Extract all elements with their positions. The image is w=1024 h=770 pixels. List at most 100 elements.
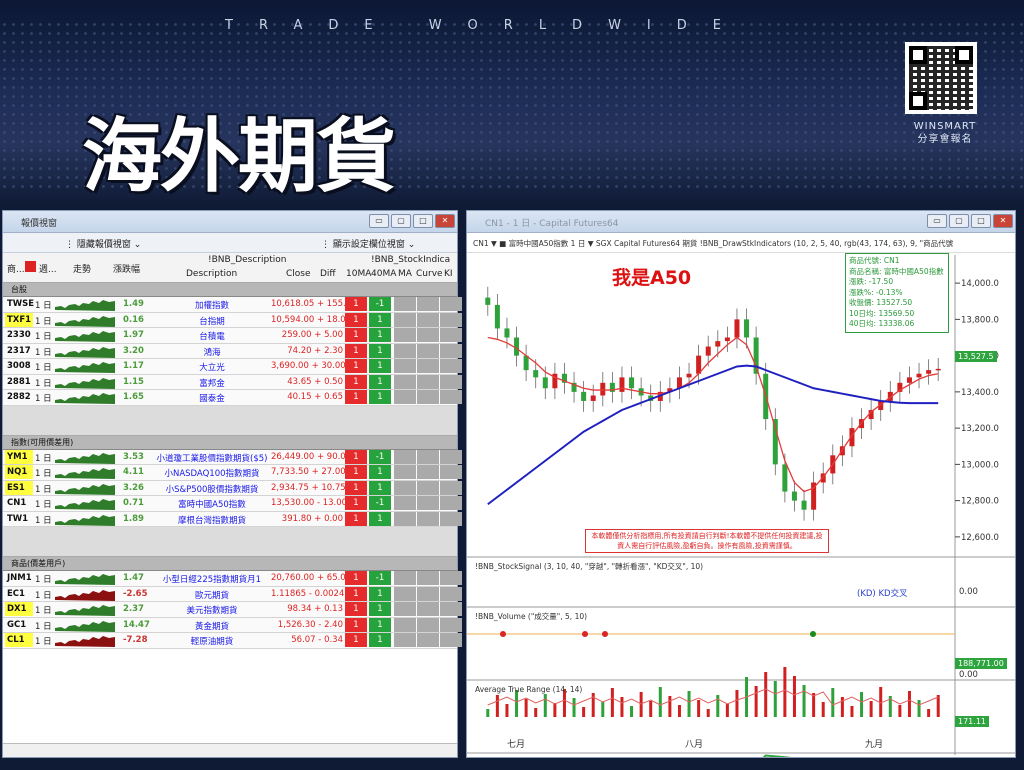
change-pct-cell: 3.20 (123, 345, 144, 356)
close-value: 40.15 (287, 392, 312, 402)
chart-window-title: CN1 - 1 日 - Capital Futures64 (485, 219, 619, 229)
close-cell: 43.65 + 0.50 (271, 377, 343, 387)
change-pct-cell: 1.49 (123, 299, 144, 309)
section-header[interactable]: 商品(價差用戶) (3, 557, 457, 571)
col-10ma[interactable]: 10MA (346, 269, 371, 279)
minimize-button[interactable]: ▭ (369, 214, 389, 228)
symbol-cell: 3008 (7, 361, 31, 371)
volume-tag: 188,771.00 (955, 658, 1007, 669)
ma-cell (394, 359, 416, 373)
chart-window-titlebar[interactable]: CN1 - 1 日 - Capital Futures64 ▭ ▢ □ ✕ (467, 211, 1015, 233)
period-cell: 1 日 (35, 469, 52, 479)
40ma-cell: 1 (369, 328, 391, 342)
k-cell (440, 633, 462, 647)
table-row[interactable]: TWSE 1 日 1.49 加權指數 10,618.05 + 155.6 1 -1 (3, 297, 462, 313)
table-row[interactable]: CN1 1 日 0.71 富時中國A50指數 13,530.00 - 13.00 1 -1 (3, 496, 462, 512)
volume-bar (658, 687, 662, 717)
brand-subtitle: 分享會報名 (917, 134, 973, 145)
table-row[interactable]: YM1 1 日 3.53 小道瓊工業股價指數期貨($5) 26,449.00 + 90.… (3, 449, 462, 465)
restore-button[interactable]: ▢ (949, 214, 969, 228)
minimize-button[interactable]: ▭ (927, 214, 947, 228)
close-value: 98.34 (287, 604, 312, 614)
period-cell: 1 日 (35, 363, 52, 373)
table-row[interactable]: EC1 1 日 -2.65 歐元期貨 1.11865 - 0.0024 1 1 (3, 586, 462, 602)
horizontal-scrollbar[interactable] (3, 743, 457, 757)
10ma-cell: 1 (345, 617, 367, 632)
candle-body (801, 500, 807, 510)
description-cell: 小型日經225指數期貨月1 (162, 575, 262, 585)
chart-toolbar[interactable]: CN1 ▼ ■ 富時中國A50指數 1 日 ▼ SGX Capital Futu… (467, 233, 1015, 253)
sparkline-icon (55, 346, 115, 358)
section-header[interactable]: 指數(可用價差用) (3, 435, 457, 450)
signal-dot (810, 631, 816, 637)
section-header[interactable]: 台股 (3, 283, 457, 297)
sparkline-icon (55, 589, 115, 601)
col-change-pct[interactable]: 漲跌幅 (113, 262, 140, 275)
40ma-cell: 1 (369, 586, 391, 601)
10ma-cell: 1 (345, 571, 367, 585)
description-cell: 加權指數 (194, 301, 229, 311)
table-row[interactable]: 2330 1 日 1.97 台積電 259.00 + 5.00 1 1 (3, 328, 462, 344)
table-row[interactable]: NQ1 1 日 4.11 小NASDAQ100指數期貨 7,733.50 + 27.00… (3, 465, 462, 481)
table-row[interactable]: GC1 1 日 14.47 黃金期貨 1,526.30 - 2.40 1 1 (3, 617, 462, 633)
page-title: 海外期貨 (82, 110, 396, 203)
col-trend[interactable]: 走勢 (73, 262, 91, 275)
ma-cell (394, 449, 416, 464)
month-label: 七月 (507, 740, 526, 750)
symbol-cell: TWSE (7, 299, 35, 309)
diff-value: - 0.0024 (308, 588, 345, 599)
symbol-cell: 2881 (7, 376, 31, 387)
table-row[interactable]: 2882 1 日 1.65 國泰金 40.15 + 0.65 1 1 (3, 390, 462, 406)
volume-bar (601, 702, 605, 717)
table-row[interactable]: 2317 1 日 3.20 鴻海 74.20 + 2.30 1 1 (3, 343, 462, 359)
maximize-button[interactable]: □ (413, 214, 433, 228)
col-curve[interactable]: Curve (416, 269, 443, 279)
candle-body (523, 355, 529, 371)
volume-bar (706, 709, 710, 717)
table-row[interactable]: 2881 1 日 1.15 富邦金 43.65 + 0.50 1 1 (3, 374, 462, 390)
candle-body (485, 297, 491, 305)
change-pct-cell: 0.71 (123, 498, 144, 508)
10ma-cell: 1 (345, 328, 367, 342)
close-cell: 7,733.50 + 27.00 (271, 467, 346, 477)
table-row[interactable]: CL1 1 日 -7.28 輕原油期貨 56.07 - 0.34 1 1 (3, 633, 462, 649)
volume-bar (812, 693, 816, 717)
col-symbol[interactable]: 商... (7, 262, 25, 275)
diff-value: + 0.00 (314, 513, 343, 524)
close-value: 43.65 (287, 376, 312, 387)
change-pct-cell: 4.11 (123, 467, 144, 477)
close-value: 2,934.75 (271, 482, 309, 493)
col-ma[interactable]: MA (398, 269, 412, 279)
ma-cell (394, 633, 416, 647)
show-columns-toggle[interactable]: ⋮ 顯示設定欄位視窗 ⌄ (321, 237, 415, 250)
symbol-cell: CL1 (5, 633, 33, 647)
table-row[interactable]: DX1 1 日 2.37 美元指數期貨 98.34 + 0.13 1 1 (3, 602, 462, 618)
col-40ma[interactable]: 40MA (371, 269, 396, 279)
volume-bar (610, 688, 614, 717)
table-row[interactable]: TW1 1 日 1.89 摩根台灣指數期貨 391.80 + 0.00 1 1 (3, 511, 462, 527)
close-button[interactable]: ✕ (435, 214, 455, 228)
qr-code-icon[interactable] (905, 42, 977, 114)
col-close[interactable]: Close (286, 269, 311, 279)
quote-window-titlebar[interactable]: 報價視窗 ▭ ▢ □ ✕ (3, 211, 457, 233)
hide-quote-toggle[interactable]: ⋮ 隱藏報價視窗 ⌄ (65, 237, 141, 250)
description-cell: 富時中國A50指數 (178, 500, 246, 510)
close-value: 20,760.00 (271, 573, 315, 583)
curve-cell (417, 586, 439, 601)
ma-cell (394, 571, 416, 585)
table-row[interactable]: 3008 1 日 1.17 大立光 3,690.00 + 30.00 1 1 (3, 359, 462, 375)
volume-bar (907, 691, 911, 717)
col-k[interactable]: KI (444, 269, 453, 279)
col-diff[interactable]: Diff (320, 269, 336, 279)
table-row[interactable]: JNM1 1 日 1.47 小型日經225指數期貨月1 20,760.00 + 65.0… (3, 571, 462, 587)
table-row[interactable]: ES1 1 日 3.26 小S&P500股價指數期貨 2,934.75 + 10.75 1… (3, 480, 462, 496)
restore-button[interactable]: ▢ (391, 214, 411, 228)
close-button[interactable]: ✕ (993, 214, 1013, 228)
ma-cell (394, 465, 416, 479)
table-row[interactable]: TXF1 1 日 0.16 台指期 10,594.00 + 18.00 1 1 (3, 312, 462, 328)
col-period[interactable]: 週... (39, 262, 57, 275)
maximize-button[interactable]: □ (971, 214, 991, 228)
period-cell: 1 日 (35, 316, 52, 327)
description-cell: 摩根台灣指數期貨 (177, 515, 246, 526)
col-description[interactable]: Description (186, 269, 237, 279)
